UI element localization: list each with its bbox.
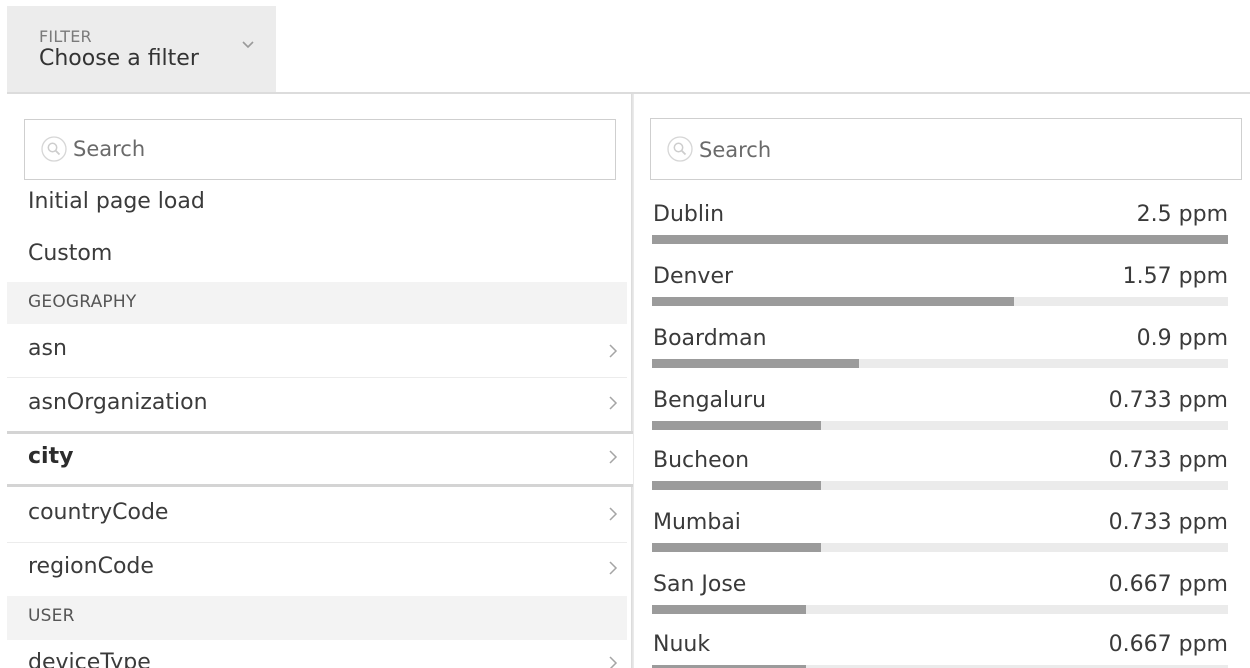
result-row[interactable]: Bucheon 0.733 ppm <box>652 448 1228 510</box>
result-name: San Jose <box>653 572 747 597</box>
filter-value: Choose a filter <box>39 46 199 71</box>
result-name: Nuuk <box>653 632 711 657</box>
result-bar-fill <box>652 359 860 368</box>
section-header-geography: GEOGRAPHY <box>7 282 627 324</box>
result-bar-track <box>652 481 1228 490</box>
result-row[interactable]: Mumbai 0.733 ppm <box>652 510 1228 572</box>
search-icon <box>667 136 693 162</box>
result-name: Mumbai <box>653 510 741 535</box>
result-bar-fill <box>652 605 806 614</box>
chevron-right-icon <box>609 507 618 521</box>
result-bar-fill <box>652 297 1014 306</box>
menu-item-asn-organization[interactable]: asnOrganization <box>7 378 627 430</box>
result-name: Bucheon <box>653 448 750 473</box>
result-value: 0.9 ppm <box>1136 326 1228 351</box>
menu-item-label: countryCode <box>28 500 169 525</box>
menu-item-label: Initial page load <box>28 189 205 214</box>
result-row[interactable]: San Jose 0.667 ppm <box>652 572 1228 634</box>
result-value: 1.57 ppm <box>1122 264 1228 289</box>
chevron-right-icon <box>609 450 618 464</box>
category-search-input[interactable] <box>73 135 593 163</box>
result-name: Bengaluru <box>653 388 767 413</box>
filter-values-panel: Dublin 2.5 ppm Denver 1.57 ppm Boardman 0.9 p… <box>634 94 1250 668</box>
values-search-box[interactable] <box>650 118 1242 180</box>
chevron-right-icon <box>609 561 618 575</box>
result-bar-fill <box>652 421 821 430</box>
result-value: 0.667 ppm <box>1108 632 1228 657</box>
result-row[interactable]: Denver 1.57 ppm <box>652 264 1228 326</box>
section-header-label: USER <box>28 606 75 626</box>
result-bar-track <box>652 605 1228 614</box>
values-search-input[interactable] <box>699 136 1219 164</box>
menu-item-city-selected[interactable]: city <box>7 431 633 487</box>
result-bar-fill <box>652 543 821 552</box>
result-value: 0.733 ppm <box>1108 388 1228 413</box>
chevron-down-icon <box>242 41 254 49</box>
filter-dropdown[interactable]: FILTER Choose a filter <box>7 6 276 92</box>
filter-caption: FILTER <box>39 27 92 46</box>
chevron-right-icon <box>609 396 618 410</box>
result-bar-track <box>652 297 1228 306</box>
section-header-label: GEOGRAPHY <box>28 292 137 312</box>
result-row[interactable]: Dublin 2.5 ppm <box>652 202 1228 264</box>
result-value: 0.667 ppm <box>1108 572 1228 597</box>
result-row[interactable]: Nuuk 0.667 ppm <box>652 632 1228 668</box>
category-search-box[interactable] <box>24 119 616 180</box>
menu-item-label: asnOrganization <box>28 390 208 415</box>
menu-item-country-code[interactable]: countryCode <box>7 488 627 542</box>
menu-item-initial-page-load[interactable]: Initial page load <box>7 184 627 224</box>
menu-item-label: regionCode <box>28 554 154 579</box>
result-name: Boardman <box>653 326 767 351</box>
result-row[interactable]: Boardman 0.9 ppm <box>652 326 1228 388</box>
filter-category-panel: Initial page load Custom GEOGRAPHY asn a… <box>7 94 633 668</box>
result-row[interactable]: Bengaluru 0.733 ppm <box>652 388 1228 450</box>
menu-item-region-code[interactable]: regionCode <box>7 543 627 596</box>
result-bar-fill <box>652 235 1228 244</box>
chevron-right-icon <box>609 344 618 358</box>
menu-item-label: city <box>28 444 74 469</box>
result-bar-track <box>652 421 1228 430</box>
menu-item-custom[interactable]: Custom <box>7 236 627 276</box>
result-value: 2.5 ppm <box>1136 202 1228 227</box>
section-header-user: USER <box>7 596 627 640</box>
menu-item-label: Custom <box>28 241 113 266</box>
result-name: Dublin <box>653 202 725 227</box>
menu-item-label: asn <box>28 336 67 361</box>
result-bar-fill <box>652 481 821 490</box>
menu-item-label: deviceType <box>28 650 151 668</box>
result-value: 0.733 ppm <box>1108 510 1228 535</box>
menu-item-device-type[interactable]: deviceType <box>7 640 627 668</box>
result-bar-track <box>652 359 1228 368</box>
chevron-right-icon <box>609 656 618 668</box>
result-value: 0.733 ppm <box>1108 448 1228 473</box>
search-icon <box>41 136 67 162</box>
menu-item-asn[interactable]: asn <box>7 324 627 377</box>
result-name: Denver <box>653 264 734 289</box>
result-bar-track <box>652 235 1228 244</box>
result-bar-track <box>652 543 1228 552</box>
